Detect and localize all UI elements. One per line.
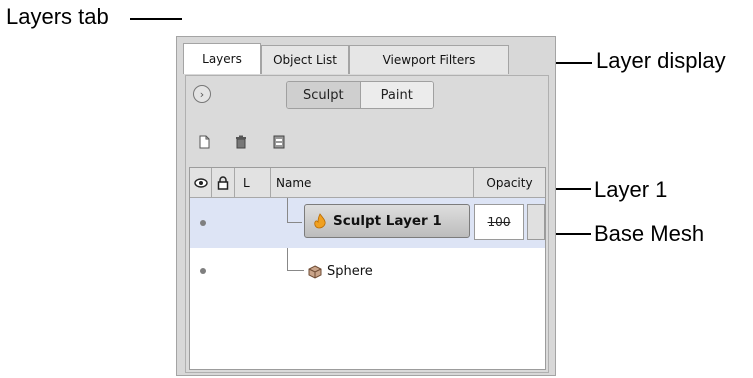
sculpt-layer-button[interactable]: Sculpt Layer 1 bbox=[304, 204, 470, 238]
tree-connector bbox=[287, 248, 288, 271]
opacity-slider[interactable] bbox=[527, 204, 545, 240]
column-lock[interactable] bbox=[212, 168, 235, 198]
column-l[interactable]: L bbox=[235, 168, 271, 198]
table-row[interactable]: Sculpt Layer 1 100 bbox=[190, 198, 545, 248]
callout-layer1: Layer 1 bbox=[594, 177, 668, 202]
sculpt-mode-button[interactable]: Sculpt bbox=[287, 82, 361, 108]
column-opacity[interactable]: Opacity bbox=[474, 168, 545, 198]
new-layer-icon[interactable] bbox=[197, 135, 211, 149]
tab-object-list[interactable]: Object List bbox=[261, 45, 349, 74]
visibility-dot[interactable] bbox=[200, 220, 206, 226]
paint-mode-button[interactable]: Paint bbox=[360, 82, 433, 108]
callout-base-mesh: Base Mesh bbox=[594, 221, 705, 246]
layer-name: Sculpt Layer 1 bbox=[333, 213, 442, 229]
opacity-field[interactable]: 100 bbox=[474, 204, 524, 240]
mesh-row[interactable]: Sphere bbox=[308, 264, 373, 279]
callout-layers-tab: Layers tab bbox=[6, 4, 109, 29]
lock-icon bbox=[217, 175, 229, 190]
tree-connector bbox=[287, 270, 304, 271]
eye-icon bbox=[193, 177, 208, 188]
column-name[interactable]: Name bbox=[271, 168, 474, 198]
tab-viewport-filters[interactable]: Viewport Filters bbox=[349, 45, 509, 74]
layers-panel: Layers Object List Viewport Filters › Sc… bbox=[176, 36, 556, 376]
mesh-icon bbox=[308, 264, 322, 279]
expand-icon[interactable]: › bbox=[193, 85, 211, 103]
column-visible[interactable] bbox=[190, 168, 212, 198]
callout-layer-display: Layer display bbox=[596, 48, 726, 73]
merge-layer-icon[interactable] bbox=[272, 135, 286, 149]
visibility-dot[interactable] bbox=[200, 268, 206, 274]
tab-layers[interactable]: Layers bbox=[183, 43, 261, 74]
leader-layers-tab bbox=[130, 18, 182, 20]
layers-table: L Name Opacity Sculpt Layer 1 100 Sphere bbox=[189, 167, 546, 370]
delete-layer-icon[interactable] bbox=[234, 135, 248, 149]
sculpt-layer-icon bbox=[314, 213, 326, 229]
tree-connector bbox=[287, 198, 288, 223]
tree-connector bbox=[287, 222, 302, 223]
layer-display-toggle[interactable]: Sculpt Paint bbox=[286, 81, 434, 109]
mesh-name: Sphere bbox=[327, 264, 373, 279]
layers-tab-body: › Sculpt Paint L Name Opacity Sculpt Lay… bbox=[185, 75, 549, 373]
